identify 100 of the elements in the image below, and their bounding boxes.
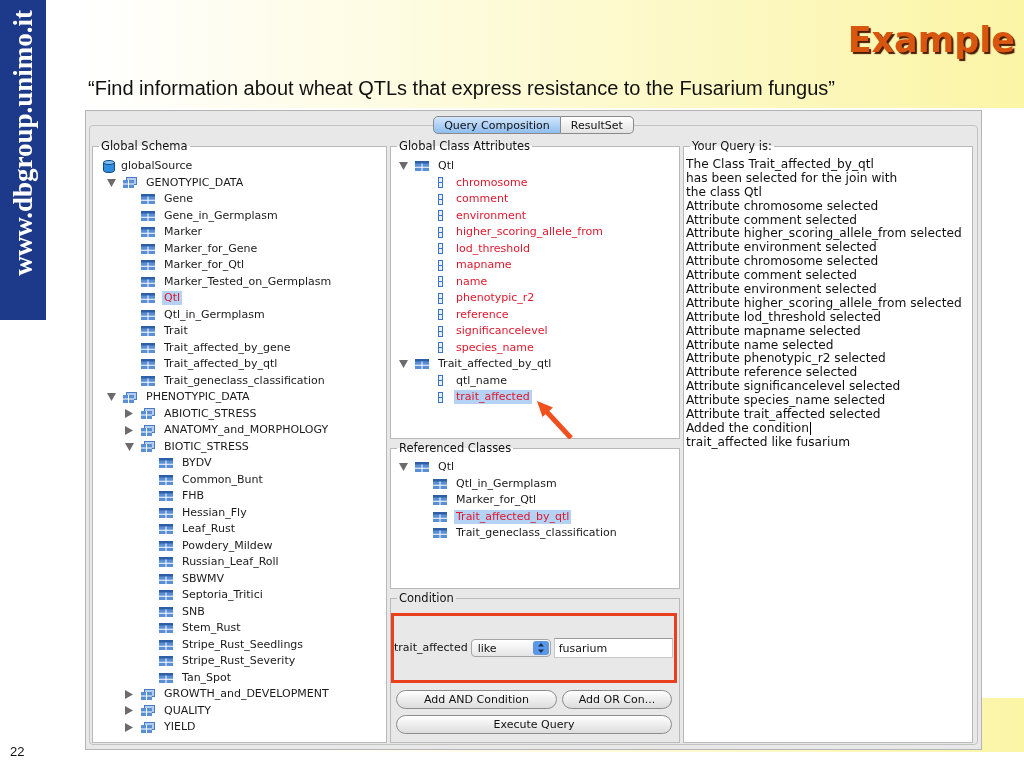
column-icon — [438, 193, 443, 205]
caret-right-icon[interactable] — [125, 689, 133, 699]
tree-item[interactable]: Marker_for_Gene — [162, 241, 260, 256]
tree-item[interactable]: Qtl_in_Germplasm — [162, 307, 267, 322]
tab[interactable]: ResultSet — [560, 116, 634, 134]
tree-item[interactable]: Stripe_Rust_Seedlings — [180, 637, 306, 652]
condition-button[interactable]: Add AND Condition — [396, 690, 557, 709]
query-line: Attribute phenotypic_r2 selected — [686, 352, 886, 367]
tree-item[interactable]: Marker_for_Qtl — [454, 493, 539, 508]
table-icon — [141, 194, 155, 205]
tree-item[interactable]: chromosome — [454, 175, 530, 190]
table-stack-icon — [141, 424, 155, 436]
table-icon — [433, 528, 447, 539]
tree-item[interactable]: PHENOTYPIC_DATA — [144, 390, 252, 405]
query-line: Attribute chromosome selected — [686, 255, 879, 269]
tree-item[interactable]: ANATOMY_and_MORPHOLOGY — [162, 423, 331, 438]
table-icon — [159, 639, 173, 650]
tree-item[interactable]: GROWTH_and_DEVELOPMENT — [162, 687, 331, 702]
tree-item[interactable]: Qtl — [436, 460, 457, 475]
table-stack-icon — [141, 721, 155, 733]
tree-item[interactable]: Marker_for_Qtl — [162, 258, 247, 273]
caret-right-icon[interactable] — [125, 425, 133, 435]
tree-item[interactable]: Tan_Spot — [180, 670, 234, 685]
tree-item[interactable]: SNB — [180, 604, 207, 619]
tree-item[interactable]: Septoria_Tritici — [180, 588, 265, 603]
caret-down-icon[interactable] — [399, 360, 408, 369]
execute-button[interactable]: Execute Query — [396, 715, 672, 734]
table-icon — [159, 573, 173, 584]
caret-right-icon[interactable] — [125, 722, 133, 732]
table-icon — [159, 524, 173, 535]
query-line: Attribute environment selected — [686, 241, 877, 255]
tree-item[interactable]: SBWMV — [180, 571, 227, 586]
tree-item[interactable]: Trait — [162, 324, 190, 339]
tree-item[interactable]: ABIOTIC_STRESS — [162, 406, 259, 421]
tree-item[interactable]: Russian_Leaf_Roll — [180, 555, 281, 570]
table-icon — [159, 474, 173, 485]
tree-item[interactable]: species_name — [454, 340, 536, 355]
table-icon — [415, 161, 429, 172]
table-icon — [159, 540, 173, 551]
tree-item[interactable]: significancelevel — [454, 324, 550, 339]
tree-item[interactable]: Trait_geneclass_classification — [454, 526, 619, 541]
tree-item[interactable]: reference — [454, 307, 511, 322]
tree-item[interactable]: Common_Bunt — [180, 472, 265, 487]
query-line: the class Qtl — [686, 185, 762, 200]
tree-item[interactable]: Trait_affected_by_qtl — [436, 357, 554, 372]
tree-item[interactable]: FHB — [180, 489, 207, 504]
tree-item[interactable]: Leaf_Rust — [180, 522, 237, 537]
query-line: Attribute chromosome selected — [686, 199, 879, 214]
tree-item[interactable]: globalSource — [119, 159, 195, 174]
caret-right-icon[interactable] — [125, 706, 133, 716]
tab[interactable]: Query Composition — [433, 116, 561, 134]
tree-item[interactable]: name — [454, 274, 490, 289]
operator-select[interactable]: like — [470, 639, 551, 657]
condition-button[interactable]: Add OR Con... — [562, 690, 672, 709]
tree-item[interactable]: Marker — [162, 225, 205, 240]
tree-item[interactable]: QUALITY — [162, 703, 214, 718]
tree-item[interactable]: Powdery_Mildew — [180, 538, 275, 553]
column-icon — [438, 309, 443, 321]
table-icon — [159, 557, 173, 568]
caret-down-icon[interactable] — [107, 393, 116, 402]
caret-down-icon[interactable] — [125, 442, 134, 451]
tree-item[interactable]: Trait_geneclass_classification — [162, 373, 327, 388]
tree-item[interactable]: mapname — [454, 258, 514, 273]
tree-item[interactable]: Hessian_Fly — [180, 505, 249, 520]
caret-down-icon[interactable] — [399, 463, 408, 472]
table-icon — [433, 511, 447, 522]
table-icon — [141, 260, 155, 271]
caret-down-icon[interactable] — [107, 178, 116, 187]
tree-item[interactable]: Gene_in_Germplasm — [162, 208, 280, 223]
table-icon — [159, 656, 173, 667]
tree-item[interactable]: Gene — [162, 192, 196, 207]
tree-item[interactable]: GENOTYPIC_DATA — [144, 175, 246, 190]
table-stack-icon — [123, 177, 137, 189]
query-line: Attribute mapname selected — [686, 324, 861, 339]
tree-item[interactable]: BIOTIC_STRESS — [162, 439, 251, 454]
table-icon — [159, 507, 173, 518]
tree-item[interactable]: Stripe_Rust_Severity — [180, 654, 298, 669]
tree-item[interactable]: qtl_name — [454, 373, 510, 388]
query-line: has been selected for the join with — [686, 171, 898, 186]
tree-item[interactable]: higher_scoring_allele_from — [454, 225, 605, 240]
tree-item[interactable]: comment — [454, 192, 511, 207]
tree-item[interactable]: Trait_affected_by_qtl — [162, 357, 280, 372]
tree-item[interactable]: lod_threshold — [454, 241, 533, 256]
caret-down-icon[interactable] — [399, 162, 408, 171]
caret-right-icon[interactable] — [125, 409, 133, 419]
condition-attribute: trait_affected — [394, 641, 468, 655]
table-icon — [141, 326, 155, 337]
tree-item[interactable]: Stem_Rust — [180, 621, 243, 636]
tree-item[interactable]: Qtl — [436, 159, 457, 174]
tree-item[interactable]: Trait_affected_by_gene — [162, 340, 293, 355]
query-line: Attribute higher_scoring_allele_from selected — [686, 296, 962, 311]
tree-item[interactable]: phenotypic_r2 — [454, 291, 537, 306]
column-icon — [438, 342, 443, 354]
tree-item[interactable]: Qtl_in_Germplasm — [454, 476, 559, 491]
tree-item[interactable]: Marker_Tested_on_Germplasm — [162, 274, 334, 289]
panel-title: Referenced Classes — [398, 442, 513, 455]
value-field[interactable]: fusarium — [553, 638, 673, 658]
tree-item[interactable]: BYDV — [180, 456, 214, 471]
tree-item[interactable]: environment — [454, 208, 529, 223]
tree-item[interactable]: YIELD — [162, 720, 198, 735]
